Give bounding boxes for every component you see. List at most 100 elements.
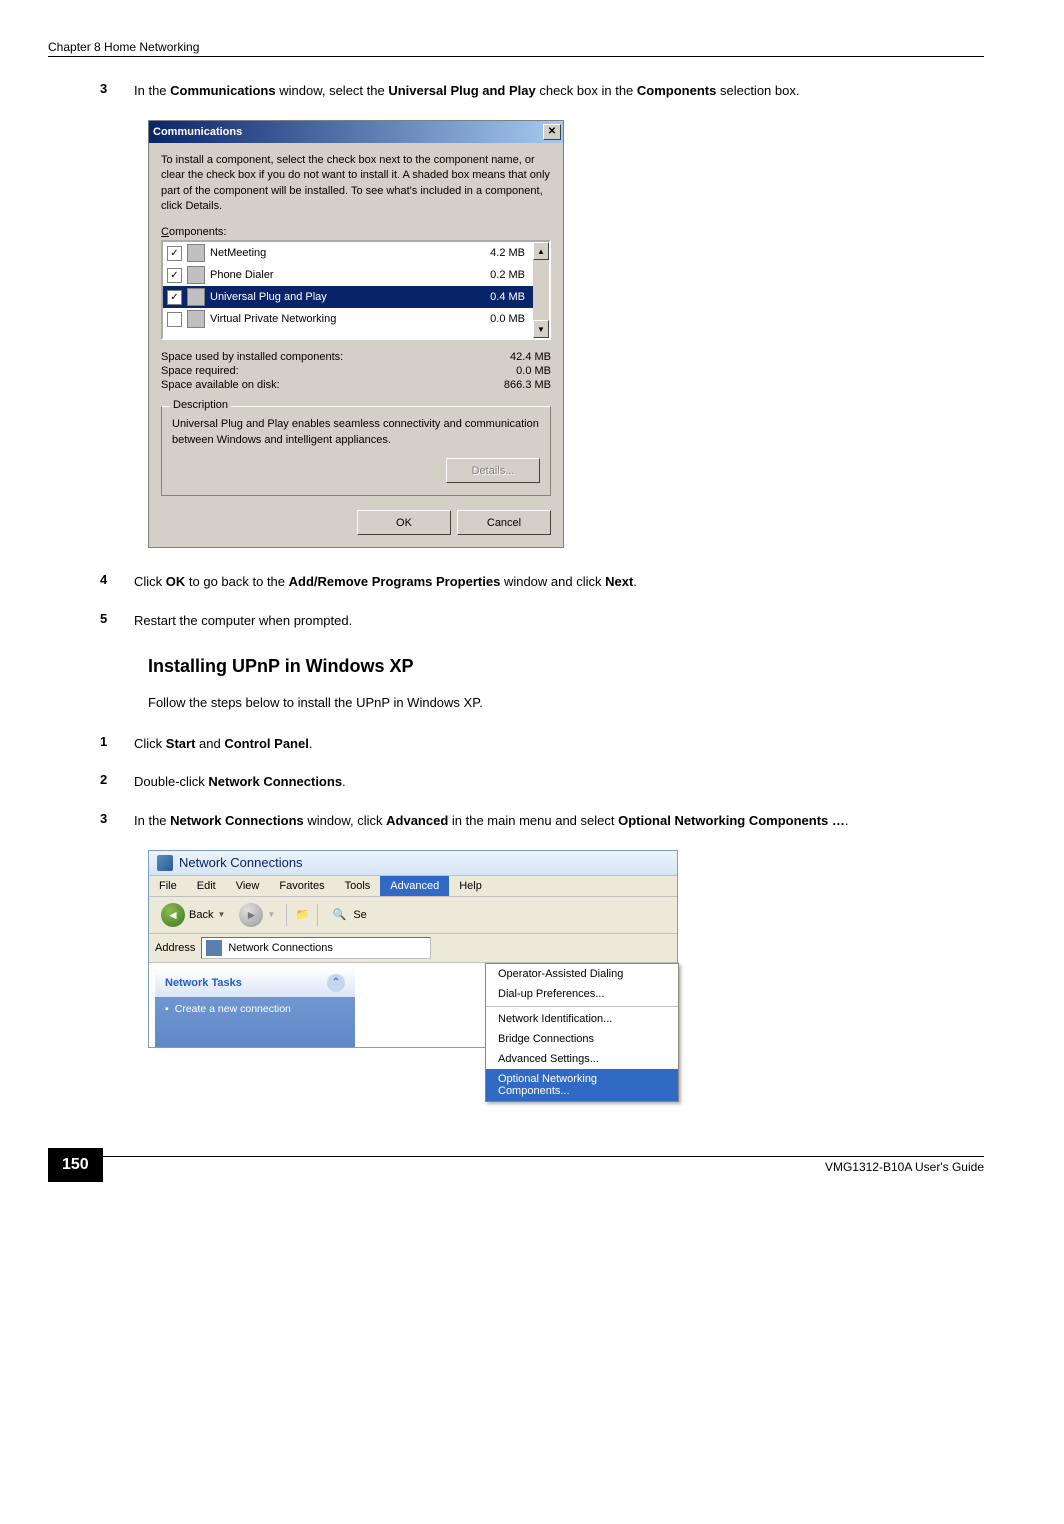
step-5: 5 Restart the computer when prompted. (100, 611, 984, 632)
task-label: Create a new connection (175, 1003, 291, 1015)
dropdown-item[interactable]: Network Identification... (486, 1009, 678, 1029)
checkbox-icon[interactable]: ✓ (167, 268, 182, 283)
step-2b: 2 Double-click Network Connections. (100, 772, 984, 793)
item-size: 4.2 MB (490, 247, 529, 259)
step-number: 4 (100, 572, 114, 593)
scroll-up-icon[interactable]: ▲ (533, 242, 549, 260)
window-title: Network Connections (179, 855, 303, 870)
dialog-title: Communications (153, 126, 242, 138)
chevron-down-icon[interactable]: ▼ (217, 910, 225, 919)
checkbox-icon[interactable] (167, 312, 182, 327)
menu-help[interactable]: Help (449, 876, 492, 896)
task-header-label: Network Tasks (165, 977, 242, 989)
list-item[interactable]: Virtual Private Networking 0.0 MB (163, 308, 533, 330)
task-item[interactable]: ▪ Create a new connection (155, 997, 355, 1021)
scroll-down-icon[interactable]: ▼ (533, 320, 549, 338)
dropdown-item[interactable]: Operator-Assisted Dialing (486, 964, 678, 984)
network-connections-window: Network Connections File Edit View Favor… (148, 850, 678, 1048)
up-folder-icon[interactable]: 📁 (292, 905, 312, 925)
step-number: 3 (100, 81, 114, 102)
address-value: Network Connections (228, 942, 333, 954)
components-label: Components: (161, 226, 551, 238)
menu-favorites[interactable]: Favorites (269, 876, 334, 896)
search-label: Se (353, 909, 366, 921)
item-name: Universal Plug and Play (210, 291, 485, 303)
summary-row: Space available on disk:866.3 MB (161, 378, 551, 392)
guide-name: VMG1312-B10A User's Guide (103, 1156, 984, 1174)
task-header[interactable]: Network Tasks ⌃ (155, 969, 355, 997)
search-button[interactable]: 🔍 Se (323, 903, 372, 927)
section-intro: Follow the steps below to install the UP… (148, 693, 984, 714)
menu-tools[interactable]: Tools (335, 876, 381, 896)
page-number: 150 (48, 1148, 103, 1182)
ok-button[interactable]: OK (357, 510, 451, 535)
scrollbar[interactable]: ▲ ▼ (533, 242, 549, 338)
separator (486, 1006, 678, 1007)
back-icon: ◄ (161, 903, 185, 927)
group-legend: Description (170, 399, 231, 411)
item-name: NetMeeting (210, 247, 485, 259)
step-text: Click OK to go back to the Add/Remove Pr… (134, 572, 637, 593)
item-size: 0.4 MB (490, 291, 529, 303)
menu-file[interactable]: File (149, 876, 187, 896)
dropdown-item[interactable]: Dial-up Preferences... (486, 984, 678, 1004)
step-number: 1 (100, 734, 114, 755)
item-name: Phone Dialer (210, 269, 485, 281)
chevron-down-icon[interactable]: ▼ (267, 910, 275, 919)
menu-view[interactable]: View (226, 876, 270, 896)
description-text: Universal Plug and Play enables seamless… (172, 417, 540, 448)
search-icon: 🔍 (329, 905, 349, 925)
window-titlebar[interactable]: Network Connections (149, 851, 677, 876)
dialog-instruction: To install a component, select the check… (161, 153, 551, 215)
step-number: 5 (100, 611, 114, 632)
menu-bar[interactable]: File Edit View Favorites Tools Advanced … (149, 876, 677, 897)
back-button[interactable]: ◄ Back ▼ (155, 901, 231, 929)
summary-row: Space used by installed components:42.4 … (161, 350, 551, 364)
separator (286, 904, 287, 926)
close-icon[interactable]: ✕ (543, 124, 561, 140)
step-number: 2 (100, 772, 114, 793)
details-button: Details... (446, 458, 540, 483)
step-text: In the Network Connections window, click… (134, 811, 849, 832)
checkbox-icon[interactable]: ✓ (167, 246, 182, 261)
components-listbox[interactable]: ✓ NetMeeting 4.2 MB ✓ Phone Dialer 0.2 M… (161, 240, 551, 340)
menu-edit[interactable]: Edit (187, 876, 226, 896)
window-icon (157, 855, 173, 871)
item-name: Virtual Private Networking (210, 313, 485, 325)
app-icon (187, 266, 205, 284)
step-number: 3 (100, 811, 114, 832)
description-group: Description Universal Plug and Play enab… (161, 406, 551, 496)
location-icon (206, 940, 222, 956)
forward-button[interactable]: ► ▼ (233, 901, 281, 929)
menu-advanced[interactable]: Advanced (380, 876, 449, 896)
dropdown-item[interactable]: Bridge Connections (486, 1029, 678, 1049)
list-item[interactable]: ✓ NetMeeting 4.2 MB (163, 242, 533, 264)
back-label: Back (189, 909, 213, 921)
address-field[interactable]: Network Connections (201, 937, 431, 959)
list-item[interactable]: ✓ Phone Dialer 0.2 MB (163, 264, 533, 286)
step-text: Click Start and Control Panel. (134, 734, 312, 755)
app-icon (187, 288, 205, 306)
step-text: Restart the computer when prompted. (134, 611, 352, 632)
dropdown-item-highlighted[interactable]: Optional Networking Components... (486, 1069, 678, 1101)
separator (317, 904, 318, 926)
checkbox-icon[interactable]: ✓ (167, 290, 182, 305)
step-text: In the Communications window, select the… (134, 81, 799, 102)
step-3a: 3 In the Communications window, select t… (100, 81, 984, 102)
app-icon (187, 310, 205, 328)
app-icon (187, 244, 205, 262)
advanced-dropdown[interactable]: Operator-Assisted Dialing Dial-up Prefer… (485, 963, 679, 1102)
step-3b: 3 In the Network Connections window, cli… (100, 811, 984, 832)
collapse-icon[interactable]: ⌃ (327, 974, 345, 992)
dialog-titlebar[interactable]: Communications ✕ (149, 121, 563, 143)
dropdown-item[interactable]: Advanced Settings... (486, 1049, 678, 1069)
item-size: 0.0 MB (490, 313, 529, 325)
step-text: Double-click Network Connections. (134, 772, 346, 793)
item-size: 0.2 MB (490, 269, 529, 281)
address-label: Address (155, 942, 195, 954)
list-item-selected[interactable]: ✓ Universal Plug and Play 0.4 MB (163, 286, 533, 308)
forward-icon: ► (239, 903, 263, 927)
task-icon: ▪ (165, 1003, 169, 1015)
cancel-button[interactable]: Cancel (457, 510, 551, 535)
step-1b: 1 Click Start and Control Panel. (100, 734, 984, 755)
